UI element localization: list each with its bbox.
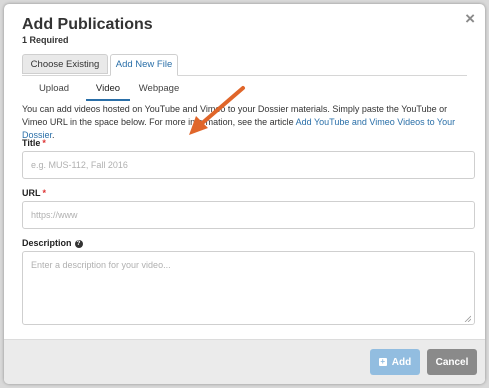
tab-choose-existing[interactable]: Choose Existing [22, 54, 108, 74]
add-button-label: Add [391, 356, 412, 368]
description-label: Description? [22, 238, 83, 248]
instructions-suffix: . [52, 130, 55, 140]
subtab-webpage[interactable]: Webpage [130, 82, 188, 99]
add-publications-modal: × Add Publications 1 Required Choose Exi… [4, 4, 485, 384]
resize-grip-icon[interactable] [464, 315, 471, 322]
url-label: URL * [22, 188, 46, 198]
url-input[interactable] [22, 201, 475, 229]
description-wrapper [22, 251, 475, 325]
title-input[interactable] [22, 151, 475, 179]
description-label-text: Description [22, 238, 72, 248]
required-count: 1 Required [22, 35, 69, 45]
file-type-tabs: Upload Video Webpage [22, 82, 467, 101]
question-circle-icon[interactable]: ? [74, 239, 83, 248]
subtab-video[interactable]: Video [86, 82, 130, 101]
cancel-button[interactable]: Cancel [427, 349, 477, 375]
subtab-upload[interactable]: Upload [22, 82, 86, 99]
modal-footer: + Add Cancel [4, 339, 485, 384]
required-marker: * [42, 188, 47, 198]
close-icon[interactable]: × [465, 10, 475, 28]
tab-add-new-file[interactable]: Add New File [110, 54, 178, 76]
url-label-text: URL [22, 188, 41, 198]
title-label: Title * [22, 138, 46, 148]
add-button[interactable]: + Add [370, 349, 420, 375]
description-textarea[interactable] [22, 251, 475, 325]
video-instructions: You can add videos hosted on YouTube and… [22, 103, 470, 142]
title-label-text: Title [22, 138, 41, 148]
required-marker: * [42, 138, 46, 148]
modal-title: Add Publications [22, 16, 153, 33]
source-tabs: Choose Existing Add New File [22, 54, 467, 76]
plus-square-icon: + [378, 356, 387, 366]
